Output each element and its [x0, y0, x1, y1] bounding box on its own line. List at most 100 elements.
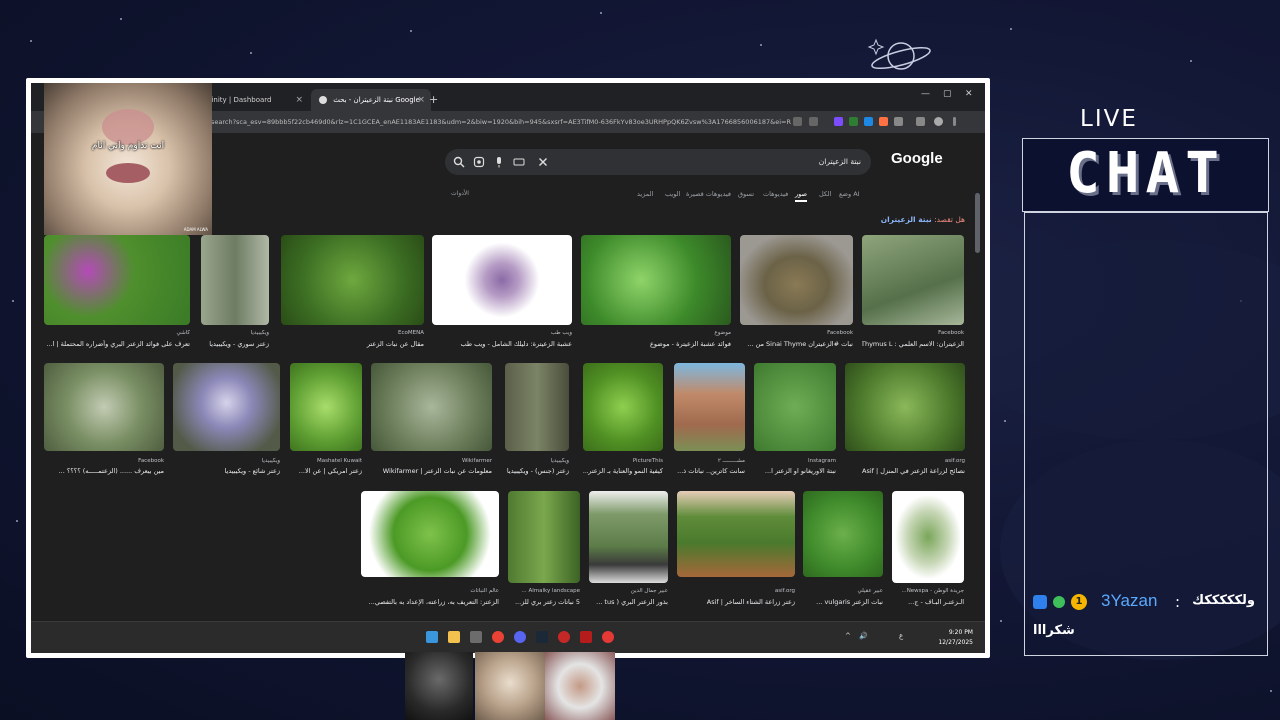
extensions-puzzle-icon[interactable]	[894, 117, 903, 126]
file-explorer-icon[interactable]	[448, 631, 460, 643]
new-tab-button[interactable]: +	[427, 89, 445, 111]
image-result[interactable]: عالم النباتات الزعتر: التعريف به، زراعته،…	[361, 491, 499, 609]
image-title[interactable]: كيفية النمو والعناية بـ الزعتر...	[583, 467, 663, 475]
tab-web[interactable]: الويب	[665, 190, 680, 198]
app-icon[interactable]	[580, 631, 592, 643]
image-result[interactable]: Almalky landscape ... 5 نباتات زعتر بري ل…	[508, 491, 580, 609]
image-source[interactable]: ويكيبيديا	[262, 458, 280, 464]
image-title[interactable]: تعرف على فوائد الزعتر البري وأضراره المح…	[44, 340, 190, 348]
media-icon[interactable]	[470, 631, 482, 643]
image-source[interactable]: مشـــــــــ ٢	[718, 458, 745, 464]
tray-chevron-icon[interactable]: ^	[845, 632, 851, 640]
obs-icon[interactable]	[602, 631, 614, 643]
image-thumbnail[interactable]	[803, 491, 883, 577]
image-title[interactable]: بذور الزعتر البري ( tus ...	[589, 598, 668, 606]
image-source[interactable]: PictureThis	[633, 458, 663, 464]
image-title[interactable]: عشبة الزعيترة: دليلك الشامل - ويب طب	[432, 340, 572, 348]
image-thumbnail[interactable]	[589, 491, 668, 583]
image-source[interactable]: عالم النباتات	[470, 588, 499, 594]
image-title[interactable]: فوائد عشبة الزعيترة - موضوع	[581, 340, 731, 348]
image-thumbnail[interactable]	[371, 363, 492, 451]
image-title[interactable]: زعتر شائع - ويكيبيديا	[173, 467, 280, 475]
image-title[interactable]: الزعيتران: الاسم العلمي : Thymus L ...	[862, 340, 964, 348]
tab-more[interactable]: المزيد	[637, 190, 653, 198]
extension-icon[interactable]	[834, 117, 843, 126]
image-result[interactable]: ويب طب عشبة الزعيترة: دليلك الشامل - ويب …	[432, 235, 572, 353]
image-result[interactable]: asif.org نصائح لزراعة الزعتر في المنزل | …	[845, 363, 965, 481]
close-window-icon[interactable]: ✕	[965, 89, 973, 99]
image-title[interactable]: نبات #الزعيتران Sinai Thyme من ...	[740, 340, 853, 348]
profile-avatar-icon[interactable]	[934, 117, 943, 126]
tab-ai-mode[interactable]: وضع AI	[839, 190, 860, 198]
star-icon[interactable]	[809, 117, 818, 126]
did-you-mean-link[interactable]: نبتة الزعيتران	[881, 215, 932, 224]
image-source[interactable]: جريدة الوطن - Newspa...	[901, 588, 964, 594]
image-title[interactable]: زعتر امريكي | عن الا...	[290, 467, 362, 475]
image-thumbnail[interactable]	[892, 491, 964, 583]
language-indicator[interactable]: ع	[899, 632, 903, 640]
tab-dashboard[interactable]: finity | Dashboard ×	[201, 89, 309, 111]
close-tab-icon[interactable]: ×	[295, 89, 303, 111]
image-result[interactable]: PictureThis كيفية النمو والعناية بـ الزعت…	[583, 363, 663, 481]
image-title[interactable]: 5 نباتات زعتر بري للز...	[508, 598, 580, 606]
image-thumbnail[interactable]	[677, 491, 795, 577]
image-result[interactable]: كاشي تعرف على فوائد الزعتر البري وأضراره …	[44, 235, 190, 353]
image-source[interactable]: ويكيبيديا	[551, 458, 569, 464]
image-title[interactable]: نبتة الاوريغانو او الزعتر ا...	[754, 467, 836, 475]
image-thumbnail[interactable]	[173, 363, 280, 451]
image-thumbnail[interactable]	[44, 235, 190, 325]
tab-videos[interactable]: فيديوهات	[763, 190, 788, 198]
image-source[interactable]: كاشي	[177, 330, 191, 336]
image-thumbnail[interactable]	[583, 363, 663, 451]
maximize-icon[interactable]: ▢	[943, 89, 952, 99]
image-source[interactable]: Instagram	[808, 458, 836, 464]
image-thumbnail[interactable]	[290, 363, 362, 451]
close-tab-icon[interactable]: ×	[417, 89, 425, 111]
image-source[interactable]: Facebook	[138, 458, 164, 464]
image-source[interactable]: Facebook	[938, 330, 964, 336]
image-result[interactable]: Facebook الزعيتران: الاسم العلمي : Thymus…	[862, 235, 964, 353]
image-title[interactable]: الزعتر: التعريف به، زراعته، الإعداد به ب…	[361, 598, 499, 606]
tools-button[interactable]: الأدوات	[451, 190, 469, 197]
tab-shopping[interactable]: تسوق	[738, 190, 754, 198]
opera-icon[interactable]	[558, 631, 570, 643]
image-thumbnail[interactable]	[674, 363, 745, 451]
windows-start-icon[interactable]	[426, 631, 438, 643]
image-title[interactable]: الـزعتـر البـاف - ج...	[892, 598, 964, 606]
tab-images[interactable]: صور	[795, 190, 808, 202]
image-source[interactable]: EcoMENA	[398, 330, 424, 336]
reading-list-icon[interactable]	[916, 117, 925, 126]
image-source[interactable]: عبير عقيلي	[857, 588, 883, 594]
image-source[interactable]: Facebook	[827, 330, 853, 336]
image-result[interactable]: ويكيبيديا زعتر سوري - ويكيبيديا	[201, 235, 269, 353]
image-title[interactable]: زعتر (جنس) - ويكيبيديا	[505, 467, 569, 475]
image-result[interactable]: Instagram نبتة الاوريغانو او الزعتر ا...	[754, 363, 836, 481]
image-source[interactable]: Almalky landscape ...	[521, 588, 580, 594]
chrome-icon[interactable]	[492, 631, 504, 643]
image-result[interactable]: ويكيبيديا زعتر شائع - ويكيبيديا	[173, 363, 280, 481]
image-result[interactable]: ويكيبيديا زعتر (جنس) - ويكيبيديا	[505, 363, 569, 481]
image-title[interactable]: زعتر سوري - ويكيبيديا	[201, 340, 269, 348]
image-result[interactable]: عبير جمال الدين بذور الزعتر البري ( tus .…	[589, 491, 668, 609]
image-result[interactable]: Facebook نبات #الزعيتران Sinai Thyme من .…	[740, 235, 853, 353]
image-title[interactable]: زعتر زراعة الشتاء الساخر | Asif	[677, 598, 795, 606]
image-thumbnail[interactable]	[740, 235, 853, 325]
image-title[interactable]: سانت كاترين.. نباتات ذ...	[674, 467, 745, 475]
tab-short-videos[interactable]: فيديوهات قصيرة	[686, 190, 731, 198]
image-source[interactable]: عبير جمال الدين	[631, 588, 668, 594]
image-result[interactable]: Facebook مين بيعرف ...... (الزعتمـــــه) …	[44, 363, 164, 481]
image-source[interactable]: asif.org	[945, 458, 965, 464]
image-title[interactable]: مين بيعرف ...... (الزعتمـــــه) ؟؟؟؟ ...	[44, 467, 164, 475]
image-thumbnail[interactable]	[862, 235, 964, 325]
minimize-icon[interactable]: —	[921, 89, 930, 99]
image-thumbnail[interactable]	[201, 235, 269, 325]
steam-icon[interactable]	[536, 631, 548, 643]
extension-icon[interactable]	[849, 117, 858, 126]
image-thumbnail[interactable]	[754, 363, 836, 451]
image-source[interactable]: موضوع	[714, 330, 731, 336]
image-thumbnail[interactable]	[508, 491, 580, 583]
google-logo[interactable]: Google	[891, 150, 943, 167]
image-thumbnail[interactable]	[361, 491, 499, 577]
image-source[interactable]: ويكيبيديا	[251, 330, 269, 336]
image-source[interactable]: Wikifarmer	[462, 458, 492, 464]
